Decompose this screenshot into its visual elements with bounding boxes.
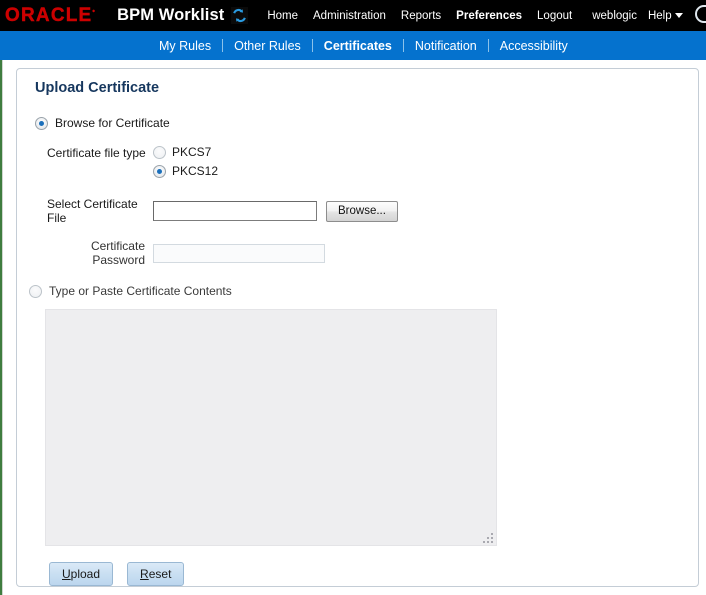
browse-button[interactable]: Browse...	[326, 200, 398, 222]
source-mode-browse-option[interactable]: Browse for Certificate	[35, 116, 686, 130]
certificate-password-row: Certificate Password	[47, 239, 686, 267]
help-menu[interactable]: Help	[648, 10, 683, 22]
reset-button[interactable]: Reset	[127, 562, 185, 586]
tab-notification[interactable]: Notification	[404, 39, 488, 53]
radio-pkcs12[interactable]	[153, 164, 166, 178]
global-link-logout[interactable]: Logout	[537, 10, 572, 22]
left-accent-rail	[0, 60, 3, 595]
select-certificate-file-input[interactable]	[153, 201, 317, 221]
tab-certificates[interactable]: Certificates	[313, 39, 403, 53]
file-type-option-pkcs12[interactable]: PKCS12	[153, 164, 218, 178]
certificate-password-label: Certificate Password	[90, 239, 145, 267]
radio-browse-for-certificate[interactable]	[35, 116, 48, 130]
source-mode-paste-option[interactable]: Type or Paste Certificate Contents	[29, 284, 686, 298]
form-actions: Upload Reset	[49, 562, 686, 586]
branding-bar: ORACLE• BPM Worklist Home Administration…	[0, 0, 706, 31]
secondary-nav: My Rules Other Rules Certificates Notifi…	[0, 31, 706, 60]
radio-pkcs7-label: PKCS7	[172, 145, 212, 159]
tab-my-rules[interactable]: My Rules	[148, 39, 222, 53]
radio-browse-label: Browse for Certificate	[55, 116, 170, 130]
help-label: Help	[647, 9, 672, 22]
oracle-logo-text: ORACLE	[5, 5, 93, 26]
tab-accessibility[interactable]: Accessibility	[489, 39, 579, 53]
app-title: BPM Worklist	[117, 6, 225, 24]
upload-button-label: pload	[70, 567, 101, 581]
certificate-contents-wrapper	[45, 309, 497, 546]
global-link-home[interactable]: Home	[267, 10, 298, 22]
upload-button-accesskey: U	[62, 567, 71, 581]
user-block: weblogic Help	[592, 9, 683, 22]
select-certificate-file-row: Select Certificate File Browse...	[47, 197, 686, 225]
sync-arrows-icon	[231, 7, 249, 24]
upload-button[interactable]: Upload	[49, 562, 114, 586]
select-certificate-file-label: Select Certificate File	[47, 197, 138, 225]
chevron-down-icon	[674, 13, 683, 18]
certificate-contents-textarea[interactable]	[45, 309, 497, 546]
global-link-preferences[interactable]: Preferences	[456, 10, 522, 22]
radio-pkcs12-label: PKCS12	[172, 164, 219, 178]
header-edge-decoration	[695, 5, 706, 23]
radio-pkcs7[interactable]	[153, 145, 166, 159]
page-title: Upload Certificate	[35, 80, 160, 96]
page-body: Upload Certificate Browse for Certificat…	[0, 60, 706, 595]
reset-button-accesskey: R	[140, 567, 149, 581]
certificate-password-input[interactable]	[153, 243, 325, 263]
user-name: weblogic	[592, 9, 637, 22]
file-type-option-pkcs7[interactable]: PKCS7	[153, 145, 218, 159]
upload-certificate-panel: Upload Certificate Browse for Certificat…	[16, 68, 699, 587]
tab-other-rules[interactable]: Other Rules	[223, 39, 312, 53]
radio-type-or-paste-label: Type or Paste Certificate Contents	[49, 284, 232, 298]
certificate-file-type-label: Certificate file type	[47, 146, 146, 160]
global-links: Home Administration Reports Preferences …	[267, 10, 572, 22]
global-link-reports[interactable]: Reports	[401, 10, 441, 22]
reset-button-label: eset	[148, 567, 172, 581]
global-link-administration[interactable]: Administration	[313, 10, 386, 22]
oracle-logo: ORACLE•	[0, 6, 96, 25]
trademark-mark: •	[92, 8, 97, 16]
certificate-file-type-row: Certificate file type PKCS7 PKCS12	[47, 145, 686, 178]
certificate-file-type-options: PKCS7 PKCS12	[153, 145, 218, 178]
radio-type-or-paste[interactable]	[29, 284, 42, 298]
